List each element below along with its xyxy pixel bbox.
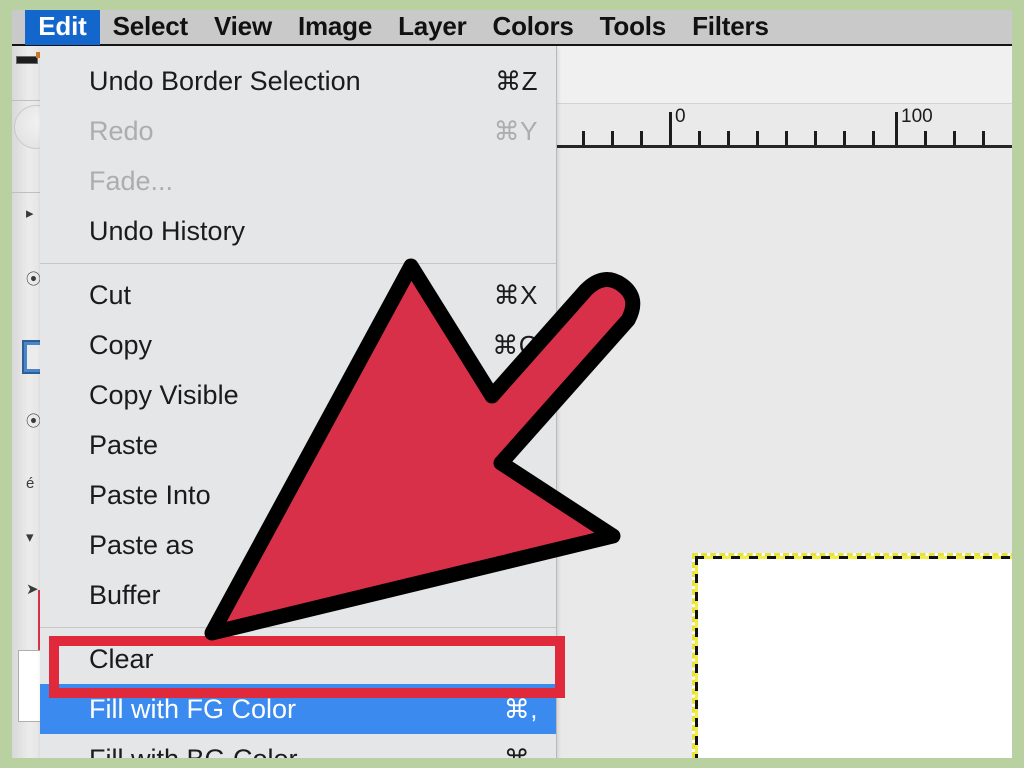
- menu-item-paste-as[interactable]: Paste as: [40, 520, 556, 570]
- menu-item-label: Copy: [89, 329, 153, 360]
- menu-item-label: Undo History: [89, 215, 246, 246]
- menu-item-accel: ⌘C: [492, 330, 538, 360]
- ruler-tick-0: [669, 112, 672, 145]
- menu-item-cut[interactable]: Cut ⌘X: [40, 270, 556, 320]
- rectangle-select-inner: [27, 345, 41, 369]
- menu-item-copy[interactable]: Copy ⌘C: [40, 320, 556, 370]
- image-document-canvas[interactable]: [692, 553, 1012, 758]
- menu-item-label: Cut: [89, 279, 132, 310]
- menu-item-fill-with-fg-color[interactable]: Fill with FG Color ⌘,: [40, 684, 556, 734]
- menu-item-accel: ⌘.: [504, 746, 542, 758]
- eraser-tool-icon[interactable]: ▾: [26, 530, 34, 545]
- menu-colors[interactable]: Colors: [480, 10, 587, 45]
- menu-item-redo: Redo ⌘Y: [40, 106, 556, 156]
- smudge-tool-icon[interactable]: ⦿: [26, 272, 41, 287]
- menu-file[interactable]: e: [12, 10, 25, 45]
- menu-filters[interactable]: Filters: [679, 10, 782, 45]
- menu-tools[interactable]: Tools: [587, 10, 679, 45]
- menu-item-label: Undo Border Selection: [89, 65, 361, 96]
- menu-item-accel: ⇧⌘C: [469, 380, 538, 410]
- selection-ants-left: [695, 556, 698, 758]
- menu-layer[interactable]: Layer: [385, 10, 479, 45]
- menu-item-undo-border-selection[interactable]: Undo Border Selection ⌘Z: [40, 56, 556, 106]
- edit-dropdown-menu[interactable]: Undo Border Selection ⌘Z Redo ⌘Y Fade...…: [40, 46, 557, 758]
- selection-ants-top: [695, 556, 1012, 559]
- menu-separator-2: [40, 627, 556, 628]
- menu-item-accel: ⌘X: [493, 280, 538, 310]
- menu-item-fill-with-bg-color[interactable]: Fill with BG Color ⌘.: [40, 734, 556, 758]
- ink-tool-icon[interactable]: ➤: [26, 582, 39, 597]
- horizontal-ruler[interactable]: 0 100: [549, 104, 1012, 148]
- text-tool-icon[interactable]: é: [26, 476, 34, 491]
- menu-item-label: Redo: [89, 115, 154, 146]
- menu-image[interactable]: Image: [285, 10, 385, 45]
- menu-item-paste-into[interactable]: Paste Into: [40, 470, 556, 520]
- menu-item-label: Clear: [89, 643, 154, 674]
- menu-item-fade: Fade...: [40, 156, 556, 206]
- menu-item-label: Fill with FG Color: [89, 693, 297, 724]
- menu-separator-1: [40, 263, 556, 264]
- menu-view[interactable]: View: [201, 10, 285, 45]
- menu-select[interactable]: Select: [100, 10, 201, 45]
- green-photo-border: ▸ ⦿ ⦿ é ▾ ➤ 0 100 Edit Select View Image…: [0, 0, 1024, 768]
- menu-item-undo-history[interactable]: Undo History: [40, 206, 556, 256]
- menu-item-label: Paste Into: [89, 479, 211, 510]
- menu-item-copy-visible[interactable]: Copy Visible ⇧⌘C: [40, 370, 556, 420]
- lasso-tool-icon[interactable]: ⦿: [26, 414, 41, 429]
- menu-edit[interactable]: Edit: [25, 10, 100, 45]
- menu-item-label: Fill with BG Color: [89, 745, 504, 758]
- ruler-tick-100: [895, 112, 898, 145]
- menu-item-label: Paste: [89, 429, 159, 460]
- menu-item-label: Fade...: [89, 165, 174, 196]
- menu-item-accel: ⌘Y: [493, 116, 538, 146]
- ruler-label-0: 0: [675, 106, 686, 127]
- menu-item-clear[interactable]: Clear: [40, 634, 556, 684]
- brush-tool-icon[interactable]: ▸: [26, 206, 34, 221]
- menu-item-label: Buffer: [89, 579, 161, 610]
- menu-item-accel: ⌘Z: [495, 66, 538, 96]
- menu-bar[interactable]: e Edit Select View Image Layer Colors To…: [12, 10, 1012, 46]
- menu-item-accel: ⌘,: [503, 694, 538, 724]
- menu-item-label: Copy Visible: [89, 379, 239, 410]
- foreground-color-swatch[interactable]: [16, 56, 38, 64]
- gimp-application-window: ▸ ⦿ ⦿ é ▾ ➤ 0 100 Edit Select View Image…: [12, 10, 1012, 758]
- menu-item-paste[interactable]: Paste: [40, 420, 556, 470]
- ruler-label-100: 100: [901, 106, 933, 127]
- menu-item-buffer[interactable]: Buffer: [40, 570, 556, 620]
- menu-item-label: Paste as: [89, 529, 195, 560]
